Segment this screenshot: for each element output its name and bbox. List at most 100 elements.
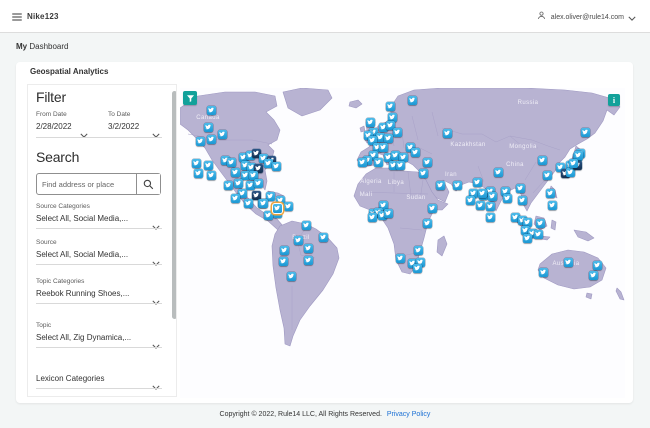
user-menu[interactable]: alex.oliver@rule14.com (536, 10, 636, 24)
map-marker-twitter[interactable] (542, 170, 552, 180)
map-marker-twitter[interactable] (206, 105, 216, 115)
map-marker-twitter[interactable] (367, 212, 377, 222)
map-marker-twitter[interactable] (385, 101, 395, 111)
map-marker-twitter[interactable] (568, 158, 578, 168)
map-marker-twitter[interactable] (253, 178, 263, 188)
chevron-down-icon[interactable] (152, 377, 161, 390)
map-marker-twitter[interactable] (588, 270, 598, 280)
map-marker-twitter[interactable] (318, 232, 328, 242)
map-marker-twitter[interactable] (217, 129, 227, 139)
twitter-bird-icon (549, 202, 555, 208)
map-marker-twitter[interactable] (412, 263, 422, 273)
map-marker-twitter[interactable] (442, 128, 452, 138)
map-marker-twitter[interactable] (293, 235, 303, 245)
map-marker-twitter[interactable] (365, 117, 375, 127)
map-marker-twitter[interactable] (485, 201, 495, 211)
map-filter-button[interactable] (183, 91, 197, 105)
chevron-down-icon[interactable] (152, 292, 161, 305)
map-marker-twitter[interactable] (465, 195, 475, 205)
chevron-down-icon[interactable] (152, 253, 161, 266)
map-marker-twitter[interactable] (383, 208, 393, 218)
map-marker-twitter[interactable] (418, 168, 428, 178)
map-marker-twitter[interactable] (413, 245, 423, 255)
search-button[interactable] (136, 174, 160, 194)
map-marker-twitter[interactable] (407, 95, 417, 105)
map-marker-twitter[interactable] (230, 193, 240, 203)
map-marker-twitter[interactable] (537, 155, 547, 165)
chevron-down-icon[interactable] (152, 217, 161, 230)
map-marker-twitter[interactable] (472, 177, 482, 187)
map-marker-twitter[interactable] (538, 267, 548, 277)
map-marker-twitter[interactable] (378, 142, 388, 152)
topic-select[interactable]: Select All, Zig Dynamica,... (36, 333, 131, 342)
map-marker-twitter[interactable] (303, 255, 313, 265)
search-input[interactable] (37, 174, 136, 194)
map-marker-twitter[interactable] (452, 180, 462, 190)
map-marker-twitter[interactable] (522, 233, 532, 243)
map-marker-twitter[interactable] (271, 161, 281, 171)
map-marker-twitter[interactable] (283, 201, 293, 211)
map-marker-twitter[interactable] (278, 256, 288, 266)
map-marker-twitter[interactable] (206, 134, 216, 144)
map-marker-twitter[interactable] (301, 220, 311, 230)
map-marker-twitter[interactable] (475, 200, 485, 210)
map-marker-twitter[interactable] (515, 183, 525, 193)
map-marker-twitter[interactable] (223, 180, 233, 190)
source-select[interactable]: Select All, Social Media,... (36, 250, 128, 259)
chevron-down-icon[interactable] (80, 125, 89, 138)
map-marker-twitter[interactable] (395, 253, 405, 263)
chevron-down-icon[interactable] (152, 336, 161, 349)
from-date-select[interactable]: 2/28/2022 (36, 122, 72, 131)
world-map[interactable]: Canada Russia Kazakhstan Mongolia China Iran L… (180, 88, 625, 398)
map-info-button[interactable]: i (608, 94, 620, 106)
map-marker-twitter[interactable] (303, 243, 313, 253)
topic-categories-select[interactable]: Reebok Running Shoes,... (36, 289, 129, 298)
map-marker-twitter[interactable] (191, 158, 201, 168)
map-marker-twitter[interactable] (233, 178, 243, 188)
lexicon-categories-select[interactable]: Lexicon Categories (36, 374, 104, 383)
map-marker-twitter[interactable] (580, 127, 590, 137)
map-marker-twitter[interactable] (195, 136, 205, 146)
chevron-down-icon[interactable] (152, 125, 161, 138)
map-marker-twitter[interactable] (547, 200, 557, 210)
map-marker-twitter[interactable] (203, 160, 213, 170)
source-categories-select[interactable]: Select All, Social Media,... (36, 214, 128, 223)
map-marker-twitter[interactable] (395, 160, 405, 170)
map-marker-twitter[interactable] (373, 157, 383, 167)
menu-icon[interactable] (12, 13, 22, 21)
map-marker-twitter[interactable] (258, 198, 268, 208)
map-marker-twitter[interactable] (533, 229, 543, 239)
map-marker-twitter[interactable] (493, 167, 503, 177)
map-marker-twitter[interactable] (206, 170, 216, 180)
map-marker-twitter[interactable] (517, 195, 527, 205)
map-marker-twitter[interactable] (193, 168, 203, 178)
map-marker-twitter[interactable] (502, 193, 512, 203)
map-marker-twitter[interactable] (357, 157, 367, 167)
map-marker-twitter[interactable] (272, 203, 282, 213)
map-marker-twitter[interactable] (243, 198, 253, 208)
map-marker-twitter[interactable] (392, 127, 402, 137)
map-marker-twitter[interactable] (383, 133, 393, 143)
map-marker-twitter[interactable] (203, 122, 213, 132)
map-marker-twitter[interactable] (563, 257, 573, 267)
map-marker-twitter[interactable] (279, 245, 289, 255)
map-marker-twitter[interactable] (263, 210, 273, 220)
map-marker-twitter[interactable] (435, 180, 445, 190)
panel-scrollbar[interactable] (172, 91, 176, 319)
map-marker-twitter[interactable] (535, 218, 545, 228)
map-marker-twitter[interactable] (422, 218, 432, 228)
map-marker-twitter[interactable] (226, 157, 236, 167)
map-marker-twitter[interactable] (592, 260, 602, 270)
to-date-select[interactable]: 3/2/2022 (108, 122, 139, 131)
map-marker-twitter[interactable] (485, 212, 495, 222)
map-marker-twitter[interactable] (487, 191, 497, 201)
map-marker-twitter[interactable] (410, 147, 420, 157)
twitter-bird-icon (444, 130, 450, 136)
map-marker-twitter[interactable] (545, 188, 555, 198)
map-marker-twitter[interactable] (477, 188, 487, 198)
map-marker-twitter[interactable] (427, 203, 437, 213)
privacy-policy-link[interactable]: Privacy Policy (387, 411, 431, 418)
map-marker-twitter[interactable] (422, 157, 432, 167)
map-marker-twitter[interactable] (286, 271, 296, 281)
map-marker-twitter[interactable] (230, 167, 240, 177)
